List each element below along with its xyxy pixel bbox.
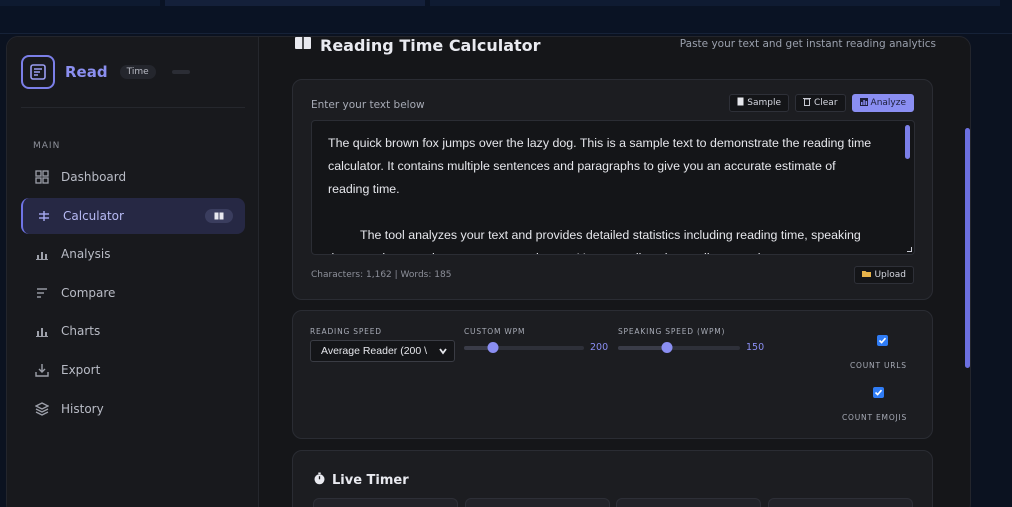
- sidebar-item-analysis[interactable]: Analysis: [21, 236, 245, 272]
- reading-speed-label: READING SPEED: [310, 327, 382, 336]
- brand[interactable]: Read Time: [21, 55, 190, 89]
- speaking-speed-slider[interactable]: [618, 342, 740, 353]
- chevron-down-icon: [438, 346, 448, 359]
- live-timer-title-text: Live Timer: [332, 473, 409, 488]
- sidebar-nav: Dashboard Calculator Analysis Compare Ch…: [21, 159, 245, 429]
- live-timer-title: Live Timer: [313, 472, 409, 489]
- brand-name: Read: [65, 63, 108, 81]
- sidebar-item-label: Analysis: [61, 247, 111, 262]
- textarea-scrollbar[interactable]: [905, 125, 910, 159]
- live-timer-card: Live Timer: [292, 450, 933, 507]
- sidebar-item-label: Charts: [61, 324, 101, 339]
- input-label: Enter your text below: [311, 99, 425, 111]
- input-toolbar: Sample Clear Analyze: [729, 94, 914, 112]
- sidebar-item-label: Export: [61, 362, 101, 377]
- grid-icon: [35, 170, 49, 184]
- sidebar-item-export[interactable]: Export: [21, 352, 245, 388]
- clear-button-label: Clear: [813, 98, 838, 108]
- document-icon: [737, 97, 744, 109]
- settings-card: READING SPEED Average Reader (200 \ CUST…: [292, 310, 933, 439]
- brand-decoration: [171, 70, 190, 74]
- stopwatch-icon: [313, 472, 326, 489]
- upload-button[interactable]: Upload: [854, 266, 914, 284]
- sidebar-item-label: Compare: [61, 285, 116, 300]
- count-urls-label: COUNT URLS: [850, 361, 907, 370]
- sidebar-item-calculator[interactable]: Calculator: [21, 197, 245, 234]
- trash-icon: [802, 97, 811, 109]
- page-title-text: Reading Time Calculator: [320, 36, 541, 55]
- bar-chart-icon: [859, 97, 868, 109]
- page-scrollbar[interactable]: [965, 128, 970, 368]
- sidebar-divider: [21, 107, 245, 108]
- sample-button-label: Sample: [747, 98, 781, 108]
- layers-icon: [35, 401, 49, 416]
- chart-icon: [35, 324, 49, 338]
- app-window: Read Time MAIN Dashboard Calculator Anal…: [6, 36, 971, 507]
- sidebar: Read Time MAIN Dashboard Calculator Anal…: [7, 37, 259, 507]
- book-icon: [205, 208, 233, 223]
- page-title: Reading Time Calculator: [294, 36, 541, 55]
- speaking-speed-label: SPEAKING SPEED (WPM): [618, 327, 726, 336]
- analyze-button-label: Analyze: [870, 98, 906, 108]
- slider-fill: [618, 346, 667, 350]
- text-input-area[interactable]: The quick brown fox jumps over the lazy …: [311, 120, 915, 255]
- page-subtitle: Paste your text and get instant reading …: [679, 38, 936, 50]
- sidebar-section-label: MAIN: [33, 141, 61, 151]
- reading-speed-value: Average Reader (200 \: [321, 345, 428, 357]
- analyze-button[interactable]: Analyze: [851, 94, 914, 112]
- timer-tile: [768, 498, 913, 507]
- sidebar-item-compare[interactable]: Compare: [21, 275, 245, 311]
- sidebar-item-label: Calculator: [63, 208, 124, 223]
- book-logo-icon: [21, 55, 55, 89]
- calculator-icon: [37, 209, 51, 223]
- text-input-card: Enter your text below Sample Clear Analy…: [292, 79, 933, 300]
- sidebar-item-charts[interactable]: Charts: [21, 313, 245, 349]
- book-icon: [294, 37, 312, 55]
- bar-chart-icon: [35, 247, 49, 261]
- reading-speed-select[interactable]: Average Reader (200 \: [310, 340, 455, 362]
- custom-wpm-slider[interactable]: [464, 342, 584, 353]
- sidebar-item-dashboard[interactable]: Dashboard: [21, 159, 245, 195]
- slider-knob[interactable]: [487, 342, 499, 353]
- top-band-segment: [430, 0, 1000, 6]
- top-band-segment: [0, 0, 160, 6]
- timer-tile: [616, 498, 761, 507]
- timer-tile: [313, 498, 458, 507]
- clear-button[interactable]: Clear: [794, 94, 846, 112]
- download-icon: [35, 363, 49, 377]
- resize-handle[interactable]: [907, 247, 912, 252]
- count-emojis-label: COUNT EMOJIS: [842, 413, 908, 422]
- sidebar-item-label: History: [61, 401, 104, 416]
- upload-button-label: Upload: [874, 270, 906, 280]
- count-urls-checkbox[interactable]: [877, 335, 888, 346]
- timer-tile: [465, 498, 610, 507]
- text-counts: Characters: 1,162 | Words: 185: [311, 270, 452, 280]
- speaking-speed-value: 150: [746, 342, 765, 353]
- count-emojis-checkbox[interactable]: [873, 387, 884, 398]
- sidebar-item-label: Dashboard: [61, 170, 127, 184]
- custom-wpm-value: 200: [590, 342, 609, 353]
- main-content: Reading Time Calculator Paste your text …: [260, 36, 970, 507]
- compare-icon: [35, 286, 49, 300]
- top-band: [0, 0, 1012, 34]
- top-band-segment: [165, 0, 425, 6]
- sidebar-item-history[interactable]: History: [21, 391, 245, 427]
- slider-knob[interactable]: [661, 342, 673, 353]
- folder-icon: [862, 270, 872, 280]
- sample-button[interactable]: Sample: [729, 94, 789, 112]
- brand-tag: Time: [119, 65, 156, 79]
- text-paragraph: The quick brown fox jumps over the lazy …: [328, 136, 872, 196]
- custom-wpm-label: CUSTOM WPM: [464, 327, 526, 336]
- text-paragraph: The tool analyzes your text and provides…: [328, 228, 861, 254]
